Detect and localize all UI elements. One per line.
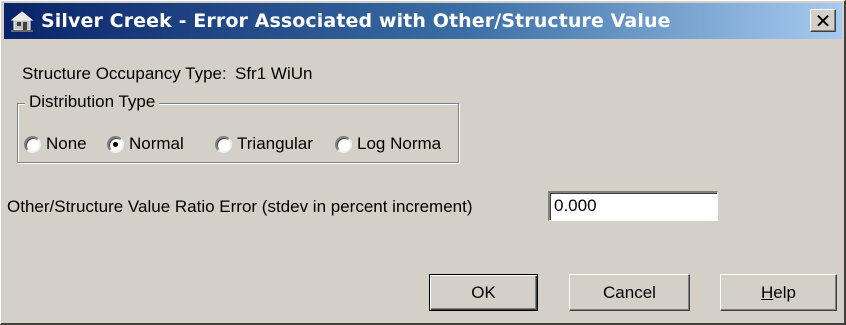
cancel-button[interactable]: Cancel [569,274,690,311]
radio-triangular-label: Triangular [237,134,313,153]
radio-log-normal[interactable]: Log Norma [335,134,441,154]
help-button[interactable]: Help [720,274,837,311]
distribution-groupbox [17,103,459,163]
distribution-legend: Distribution Type [25,92,160,112]
radio-circle-none[interactable] [24,135,41,153]
radio-log-normal-label: Log Norma [357,134,442,153]
radio-normal[interactable]: Normal [107,134,184,154]
radio-circle-triangular[interactable] [215,135,232,153]
radio-none[interactable]: None [24,134,87,154]
ok-button[interactable]: OK [429,274,538,311]
window-title: Silver Creek - Error Associated with Oth… [41,10,671,32]
radio-normal-label: Normal [129,134,184,153]
occupancy-value: Sfr1 WiUn [235,64,313,83]
help-label-rest: elp [773,282,796,302]
close-icon: ✕ [814,8,832,33]
app-house-icon [10,9,34,33]
radio-triangular[interactable]: Triangular [215,134,313,154]
radio-none-label: None [46,134,87,153]
ratio-error-label: Other/Structure Value Ratio Error (stdev… [7,197,473,216]
radio-circle-normal[interactable] [107,135,124,153]
occupancy-label: Structure Occupancy Type: [22,64,227,83]
title-bar[interactable]: Silver Creek - Error Associated with Oth… [4,3,842,39]
radio-circle-log-normal[interactable] [335,135,352,153]
ratio-error-input[interactable]: 0.000 [548,191,718,221]
close-button[interactable]: ✕ [810,9,836,32]
help-mnemonic: H [761,282,774,302]
dialog-window: Silver Creek - Error Associated with Oth… [0,0,846,325]
